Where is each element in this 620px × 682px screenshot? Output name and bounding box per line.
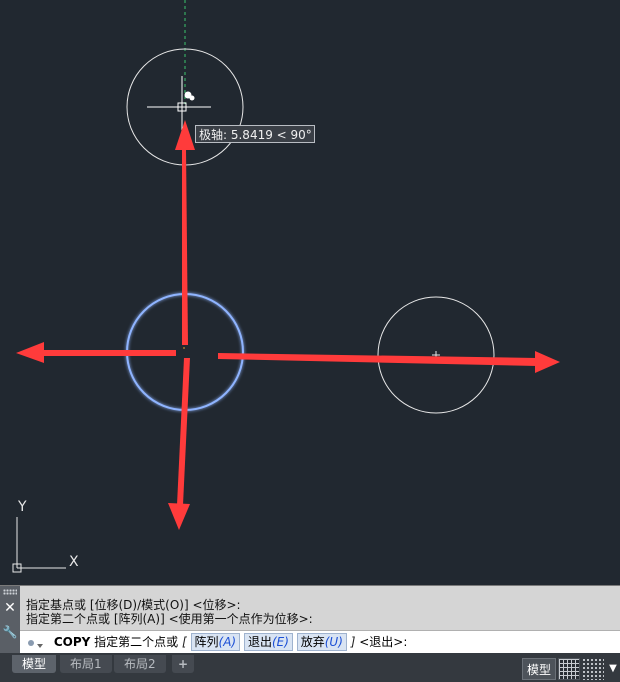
command-prompt: 指定第二个点或 (94, 635, 179, 649)
ucs-y-label: Y (17, 499, 27, 515)
option-key: (E) (271, 635, 289, 649)
arrow-up (175, 120, 195, 345)
default-option: <退出>: (359, 635, 408, 649)
bracket-open: [ (182, 635, 187, 649)
bracket-close: ] (350, 635, 356, 649)
ucs-x-label: X (69, 554, 79, 570)
command-window-sidebar: ✕ 🔧 (0, 586, 20, 654)
grip-handle[interactable] (3, 589, 17, 595)
option-exit[interactable]: 退出(E) (243, 633, 293, 651)
wrench-icon[interactable]: 🔧 (2, 624, 18, 640)
option-label: 阵列 (194, 635, 219, 649)
polar-tooltip: 极轴: 5.8419 < 90° (195, 125, 315, 143)
option-label: 退出 (247, 635, 272, 649)
command-icon[interactable] (26, 638, 44, 648)
model-space-button[interactable]: 模型 (521, 658, 556, 680)
arrow-down (168, 358, 190, 530)
option-undo[interactable]: 放弃(U) (296, 633, 347, 651)
option-array[interactable]: 阵列(A) (190, 633, 241, 651)
option-key: (A) (218, 635, 237, 649)
close-icon[interactable]: ✕ (2, 600, 18, 616)
drawing-svg: Y X (12, 0, 560, 573)
command-history-line: 指定基点或 [位移(D)/模式(O)] <位移>: (26, 598, 241, 612)
ucs-icon (12, 517, 66, 573)
status-tools: 模型 ▼ (521, 657, 620, 681)
option-key: (U) (324, 635, 343, 649)
command-name: COPY (53, 635, 91, 649)
drag-cursor-icon (184, 91, 195, 101)
add-layout-button[interactable]: + (172, 655, 195, 673)
drawing-canvas[interactable]: Y X 极轴: 5.8419 < 90° (0, 0, 620, 585)
tab-layout2[interactable]: 布局2 (114, 655, 166, 673)
grid-icon[interactable] (558, 658, 580, 680)
status-bar: 模型 布局1 布局2 + 模型 ▼ (0, 653, 620, 682)
command-input[interactable]: COPY 指定第二个点或 [ 阵列(A) 退出(E) 放弃(U) ] <退出>: (20, 630, 620, 653)
arrow-left (16, 342, 176, 363)
option-label: 放弃 (300, 635, 325, 649)
command-window: ✕ 🔧 指定基点或 [位移(D)/模式(O)] <位移>: 指定第二个点或 [阵… (0, 585, 620, 654)
tab-model[interactable]: 模型 (12, 655, 57, 673)
arrow-right (218, 351, 560, 373)
command-history-line: 指定第二个点或 [阵列(A)] <使用第一个点作为位移>: (26, 612, 313, 626)
tab-layout1[interactable]: 布局1 (60, 655, 112, 673)
snap-icon[interactable] (582, 658, 604, 680)
chevron-down-icon[interactable]: ▼ (606, 658, 620, 680)
